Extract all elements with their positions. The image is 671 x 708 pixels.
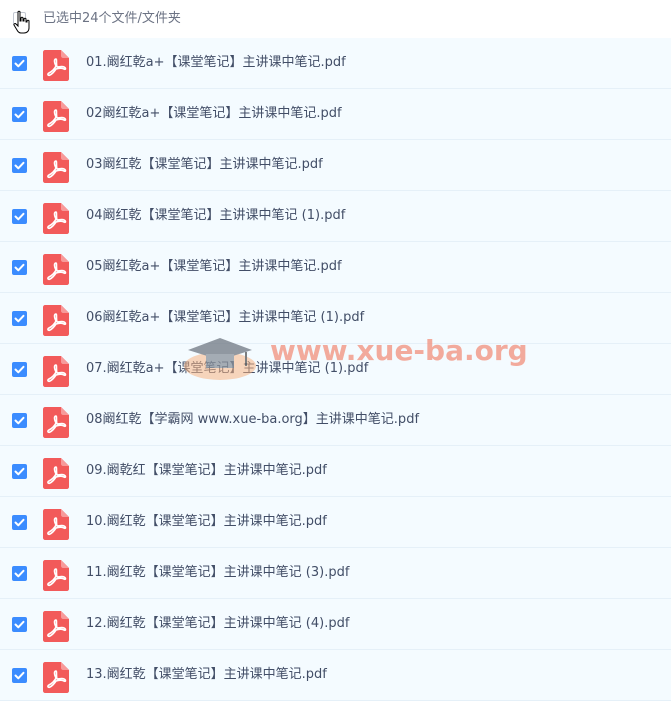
file-row[interactable]: 07.阚红乾a+【课堂笔记】主讲课中笔记 (1).pdf [0, 344, 671, 395]
file-row[interactable]: 02阚红乾a+【课堂笔记】主讲课中笔记.pdf [0, 89, 671, 140]
check-icon [14, 314, 25, 323]
file-checkbox[interactable] [12, 107, 27, 122]
file-name[interactable]: 05阚红乾a+【课堂笔记】主讲课中笔记.pdf [86, 257, 342, 277]
pdf-file-icon [43, 101, 69, 132]
file-checkbox[interactable] [12, 311, 27, 326]
file-checkbox[interactable] [12, 362, 27, 377]
file-checkbox[interactable] [12, 515, 27, 530]
file-name[interactable]: 03阚红乾【课堂笔记】主讲课中笔记.pdf [86, 155, 323, 175]
file-name[interactable]: 08阚红乾【学霸网 www.xue-ba.org】主讲课中笔记.pdf [86, 410, 419, 430]
pdf-file-icon [43, 356, 69, 387]
file-name[interactable]: 07.阚红乾a+【课堂笔记】主讲课中笔记 (1).pdf [86, 359, 368, 379]
file-name[interactable]: 04阚红乾【课堂笔记】主讲课中笔记 (1).pdf [86, 206, 345, 226]
file-row[interactable]: 03阚红乾【课堂笔记】主讲课中笔记.pdf [0, 140, 671, 191]
pdf-file-icon [43, 407, 69, 438]
file-row[interactable]: 04阚红乾【课堂笔记】主讲课中笔记 (1).pdf [0, 191, 671, 242]
pdf-file-icon [43, 662, 69, 693]
file-checkbox[interactable] [12, 158, 27, 173]
file-name[interactable]: 01.阚红乾a+【课堂笔记】主讲课中笔记.pdf [86, 53, 346, 73]
file-name[interactable]: 06阚红乾a+【课堂笔记】主讲课中笔记 (1).pdf [86, 308, 364, 328]
file-name[interactable]: 13.阚红乾【课堂笔记】主讲课中笔记.pdf [86, 665, 327, 685]
check-icon [14, 518, 25, 527]
file-name[interactable]: 09.阚乾红【课堂笔记】主讲课中笔记.pdf [86, 461, 327, 481]
file-name[interactable]: 10.阚红乾【课堂笔记】主讲课中笔记.pdf [86, 512, 327, 532]
file-row[interactable]: 12.阚红乾【课堂笔记】主讲课中笔记 (4).pdf [0, 599, 671, 650]
file-row[interactable]: 05阚红乾a+【课堂笔记】主讲课中笔记.pdf [0, 242, 671, 293]
file-row[interactable]: 09.阚乾红【课堂笔记】主讲课中笔记.pdf [0, 446, 671, 497]
pdf-file-icon [43, 611, 69, 642]
pdf-file-icon [43, 509, 69, 540]
hand-cursor-icon [13, 10, 30, 34]
file-checkbox[interactable] [12, 260, 27, 275]
pdf-file-icon [43, 305, 69, 336]
file-list: 01.阚红乾a+【课堂笔记】主讲课中笔记.pdf 02阚红乾a+【课堂笔记】主讲课… [0, 38, 671, 701]
file-checkbox[interactable] [12, 566, 27, 581]
pdf-file-icon [43, 560, 69, 591]
check-icon [14, 569, 25, 578]
pdf-file-icon [43, 152, 69, 183]
file-row[interactable]: 01.阚红乾a+【课堂笔记】主讲课中笔记.pdf [0, 38, 671, 89]
check-icon [14, 110, 25, 119]
pdf-file-icon [43, 50, 69, 81]
check-icon [14, 263, 25, 272]
file-checkbox[interactable] [12, 668, 27, 683]
file-checkbox[interactable] [12, 413, 27, 428]
pdf-file-icon [43, 254, 69, 285]
file-row[interactable]: 13.阚红乾【课堂笔记】主讲课中笔记.pdf [0, 650, 671, 701]
file-checkbox[interactable] [12, 464, 27, 479]
check-icon [14, 620, 25, 629]
check-icon [14, 671, 25, 680]
file-row[interactable]: 08阚红乾【学霸网 www.xue-ba.org】主讲课中笔记.pdf [0, 395, 671, 446]
file-name[interactable]: 12.阚红乾【课堂笔记】主讲课中笔记 (4).pdf [86, 614, 349, 634]
file-checkbox[interactable] [12, 209, 27, 224]
check-icon [14, 416, 25, 425]
file-name[interactable]: 11.阚红乾【课堂笔记】主讲课中笔记 (3).pdf [86, 563, 349, 583]
check-icon [14, 59, 25, 68]
check-icon [14, 161, 25, 170]
selection-count-text: 已选中24个文件/文件夹 [43, 11, 181, 26]
file-checkbox[interactable] [12, 56, 27, 71]
pdf-file-icon [43, 203, 69, 234]
check-icon [14, 365, 25, 374]
file-checkbox[interactable] [12, 617, 27, 632]
file-name[interactable]: 02阚红乾a+【课堂笔记】主讲课中笔记.pdf [86, 104, 342, 124]
file-row[interactable]: 11.阚红乾【课堂笔记】主讲课中笔记 (3).pdf [0, 548, 671, 599]
file-row[interactable]: 06阚红乾a+【课堂笔记】主讲课中笔记 (1).pdf [0, 293, 671, 344]
file-row[interactable]: 10.阚红乾【课堂笔记】主讲课中笔记.pdf [0, 497, 671, 548]
pdf-file-icon [43, 458, 69, 489]
selection-header: 已选中24个文件/文件夹 [0, 0, 671, 38]
check-icon [14, 212, 25, 221]
check-icon [14, 467, 25, 476]
